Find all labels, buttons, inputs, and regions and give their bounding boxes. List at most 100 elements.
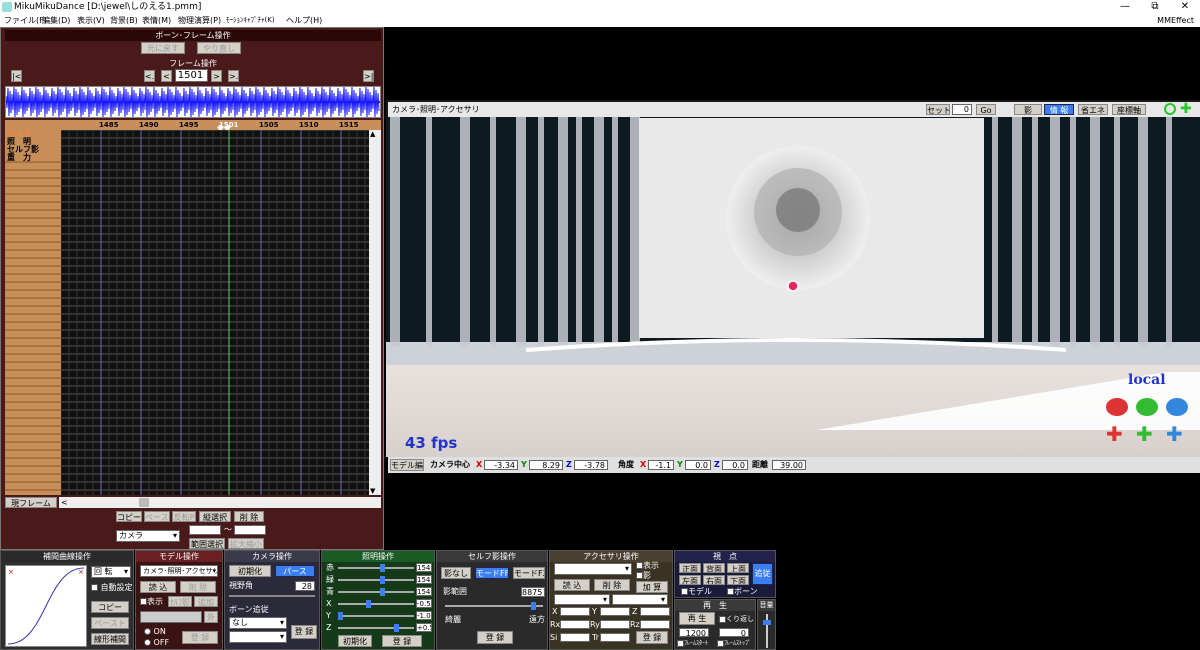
curve-copy-button[interactable]: コピー <box>91 601 129 613</box>
range-select-button[interactable]: 範囲選択 <box>189 538 225 549</box>
first-frame-button[interactable]: |< <box>11 70 22 82</box>
slider-thumb[interactable] <box>380 588 385 596</box>
current-frame-button[interactable]: 現フレーム <box>5 497 57 508</box>
zoom-icon[interactable] <box>1164 103 1176 115</box>
menu-expression[interactable]: 表情(M) <box>142 14 171 27</box>
minimize-button[interactable]: — <box>1110 0 1140 14</box>
menu-help[interactable]: ヘルプ(H) <box>286 14 322 27</box>
model-select[interactable]: カメラ･照明･アクセサリ ▾ <box>140 565 218 577</box>
undo-button[interactable]: 元に戻す <box>141 42 185 54</box>
fov-input[interactable]: 28 <box>295 581 315 591</box>
shadow-range-input[interactable]: 8875 <box>521 587 545 597</box>
acc-tr-input[interactable] <box>600 633 630 642</box>
repeat-checkbox[interactable]: くり返し <box>719 614 754 624</box>
view-follow-button[interactable]: 追従 <box>752 563 773 585</box>
acc-y-input[interactable] <box>600 607 630 616</box>
light-register-button[interactable]: 登 録 <box>382 635 422 647</box>
move-x-icon[interactable]: ✚ <box>1106 424 1123 444</box>
copy-button[interactable]: コピー <box>116 511 142 522</box>
fov-slider[interactable] <box>229 595 315 597</box>
light-reset-button[interactable]: 初期化 <box>338 635 372 647</box>
accessory-shadow-checkbox[interactable]: 影 <box>636 571 651 581</box>
vertical-select-button[interactable]: 縦選択 <box>199 511 231 522</box>
follow-model-select[interactable]: なし ▾ <box>229 617 287 629</box>
accessory-register-button[interactable]: 登 録 <box>636 631 668 644</box>
light-green-input[interactable]: 154 <box>416 575 432 584</box>
accessory-model-select[interactable]: ▾ <box>554 594 610 605</box>
rotate-y-icon[interactable] <box>1136 398 1158 416</box>
model-selfshadow-button[interactable]: ｾﾙﾌ影 <box>168 596 192 607</box>
shadow-mode2-button[interactable]: モードF2 <box>513 567 545 579</box>
last-frame-button[interactable]: >| <box>363 70 374 82</box>
light-red-input[interactable]: 154 <box>416 563 432 572</box>
curve-target-select[interactable]: 回 転 ▾ <box>91 566 131 578</box>
angle-z-input[interactable]: 0.0 <box>722 460 748 470</box>
close-button[interactable]: ✕ <box>1170 0 1200 14</box>
expand-shrink-button[interactable]: 拡大縮小 <box>228 538 264 549</box>
light-red-slider[interactable] <box>338 564 414 572</box>
slider-thumb[interactable] <box>380 576 385 584</box>
move-z-icon[interactable]: ✚ <box>1166 424 1183 444</box>
camera-z-input[interactable]: -3.78 <box>574 460 608 470</box>
frame-start-checkbox[interactable]: ﾌﾚｰﾑｽﾀｰﾄ <box>677 639 708 649</box>
menu-view[interactable]: 表示(V) <box>77 14 105 27</box>
light-z-input[interactable]: +0.5 <box>416 623 432 632</box>
prev-frame-button[interactable]: < <box>161 70 172 82</box>
keyframe-grid[interactable] <box>60 129 369 495</box>
slider-thumb[interactable] <box>338 612 343 620</box>
follow-bone-select[interactable]: ▾ <box>229 631 287 643</box>
light-y-slider[interactable] <box>338 612 414 620</box>
light-blue-slider[interactable] <box>338 588 414 596</box>
set-frame-button[interactable]: セット <box>926 104 950 115</box>
delete-button[interactable]: 削 除 <box>234 511 264 522</box>
reverse-paste-button[interactable]: 反転P <box>172 511 196 522</box>
redo-button[interactable]: やり直し <box>197 42 241 54</box>
accessory-show-checkbox[interactable]: 表示 <box>636 561 659 571</box>
menu-motion-capture[interactable]: ﾓｰｼｮﾝｷｬﾌﾟﾁｬ(K) <box>226 14 275 27</box>
go-button[interactable]: Go <box>976 104 996 115</box>
view-top-button[interactable]: 上面 <box>727 563 749 573</box>
light-x-input[interactable]: -0.5 <box>416 599 432 608</box>
rotate-x-icon[interactable] <box>1106 398 1128 416</box>
axis-toggle-button[interactable]: 座標軸 <box>1112 104 1146 115</box>
view-front-button[interactable]: 正面 <box>679 563 701 573</box>
distance-input[interactable]: 39.00 <box>772 460 806 470</box>
rotate-z-icon[interactable] <box>1166 398 1188 416</box>
curve-paste-button[interactable]: ペースト <box>91 617 129 629</box>
camera-reset-button[interactable]: 初期化 <box>229 565 271 577</box>
menu-mmeffect[interactable]: MMEffect <box>1157 14 1194 27</box>
slider-thumb[interactable] <box>380 564 385 572</box>
view-back-button[interactable]: 背面 <box>703 563 725 573</box>
next-frame-button[interactable]: > <box>211 70 222 82</box>
view-right-button[interactable]: 右面 <box>703 575 725 585</box>
light-green-slider[interactable] <box>338 576 414 584</box>
shadow-mode1-button[interactable]: モードFF1 <box>475 567 509 579</box>
accessory-bone-select[interactable]: ▾ <box>612 594 668 605</box>
light-blue-input[interactable]: 154 <box>416 587 432 596</box>
scroll-left-icon[interactable]: < <box>61 497 68 508</box>
view-bone-checkbox[interactable]: ボーン <box>727 587 758 597</box>
slider-thumb[interactable] <box>366 600 371 608</box>
outer-parent-button[interactable]: 外 <box>204 611 218 623</box>
acc-si-input[interactable] <box>560 633 590 642</box>
light-x-slider[interactable] <box>338 600 414 608</box>
acc-z-input[interactable] <box>640 607 670 616</box>
slider-thumb[interactable] <box>394 624 399 632</box>
acc-x-input[interactable] <box>560 607 590 616</box>
model-register-button[interactable]: 登 録 <box>182 631 218 644</box>
camera-register-button[interactable]: 登 録 <box>291 625 317 639</box>
shadow-none-button[interactable]: 影なし <box>441 567 471 579</box>
view-bottom-button[interactable]: 下面 <box>727 575 749 585</box>
model-edit-mode-button[interactable]: モデル編 <box>390 459 424 471</box>
angle-y-input[interactable]: 0.0 <box>685 460 711 470</box>
set-frame-input[interactable]: 0 <box>952 104 972 115</box>
camera-y-input[interactable]: 8.29 <box>529 460 563 470</box>
timeline-hscroll[interactable]: < <box>59 497 381 508</box>
menu-file[interactable]: ファイル(F) <box>4 14 47 27</box>
power-save-button[interactable]: 省エネ <box>1078 104 1108 115</box>
acc-rz-input[interactable] <box>640 620 670 629</box>
restore-button[interactable]: ⧉ <box>1140 0 1170 14</box>
acc-rx-input[interactable] <box>560 620 590 629</box>
camera-x-input[interactable]: -3.34 <box>484 460 518 470</box>
play-to-input[interactable]: 0 <box>719 628 749 637</box>
